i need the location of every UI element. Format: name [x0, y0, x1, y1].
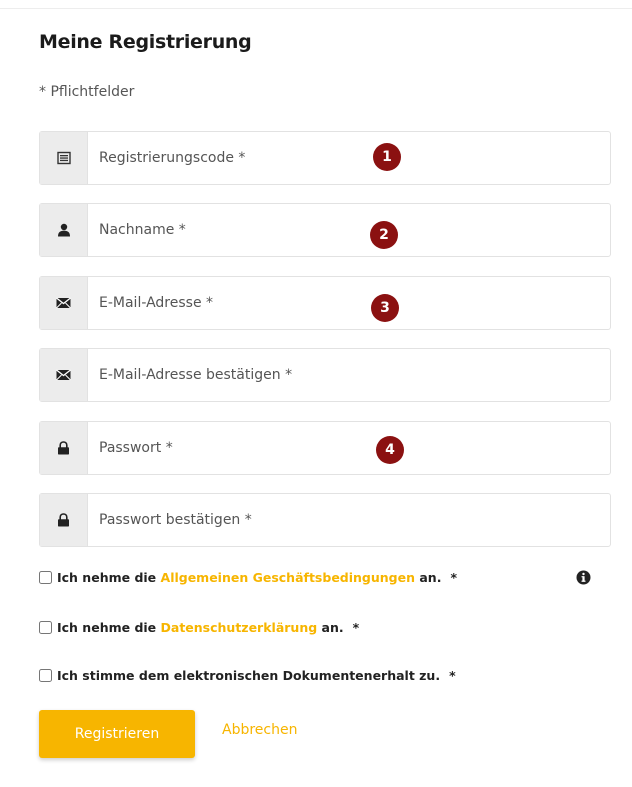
register-button[interactable]: Registrieren	[39, 710, 195, 758]
registration-code-addon	[40, 132, 88, 184]
annotation-badge-2: 2	[370, 221, 398, 249]
password-input[interactable]	[88, 422, 608, 474]
page-title: Meine Registrierung	[39, 31, 252, 53]
agb-link[interactable]: Allgemeinen Geschäftsbedingungen	[161, 570, 416, 585]
privacy-label-prefix: Ich nehme die	[57, 620, 161, 635]
email-confirm-input[interactable]	[88, 349, 608, 401]
annotation-badge-4: 4	[376, 436, 404, 464]
cancel-link[interactable]: Abbrechen	[222, 722, 297, 738]
lock-icon	[58, 441, 69, 455]
annotation-badge-3: 3	[371, 294, 399, 322]
email-input[interactable]	[88, 277, 608, 329]
password-confirm-input[interactable]	[88, 494, 608, 546]
privacy-checkbox[interactable]	[39, 621, 52, 634]
privacy-required-star: *	[352, 620, 360, 635]
privacy-link[interactable]: Datenschutzerklärung	[161, 620, 318, 635]
agb-label-suffix: an.	[415, 570, 442, 585]
password-field	[39, 421, 611, 475]
last-name-addon	[40, 204, 88, 256]
email-addon	[40, 277, 88, 329]
email-field	[39, 276, 611, 330]
lock-icon	[58, 513, 69, 527]
envelope-icon	[56, 369, 71, 381]
list-icon	[56, 151, 71, 165]
privacy-checkbox-row[interactable]: Ich nehme die Datenschutzerklärung an. *	[39, 620, 359, 635]
required-fields-note: * Pflichtfelder	[39, 84, 135, 100]
last-name-field	[39, 203, 611, 257]
password-confirm-addon	[40, 494, 88, 546]
last-name-input[interactable]	[88, 204, 608, 256]
documents-checkbox[interactable]	[39, 669, 52, 682]
email-confirm-addon	[40, 349, 88, 401]
email-confirm-field	[39, 348, 611, 402]
privacy-label-suffix: an.	[317, 620, 344, 635]
annotation-badge-1: 1	[373, 143, 401, 171]
agb-checkbox-row[interactable]: Ich nehme die Allgemeinen Geschäftsbedin…	[39, 570, 457, 585]
agb-label-prefix: Ich nehme die	[57, 570, 161, 585]
agb-checkbox[interactable]	[39, 571, 52, 584]
agb-required-star: *	[450, 570, 457, 585]
password-confirm-field	[39, 493, 611, 547]
documents-label: Ich stimme dem elektronischen Dokumenten…	[57, 668, 441, 683]
top-divider	[0, 8, 632, 9]
user-icon	[57, 223, 70, 237]
registration-code-input[interactable]	[88, 132, 608, 184]
registration-code-field	[39, 131, 611, 185]
password-addon	[40, 422, 88, 474]
envelope-icon	[56, 297, 71, 309]
documents-required-star: *	[449, 668, 456, 683]
documents-checkbox-row[interactable]: Ich stimme dem elektronischen Dokumenten…	[39, 668, 456, 683]
info-circle-icon[interactable]	[576, 570, 591, 585]
